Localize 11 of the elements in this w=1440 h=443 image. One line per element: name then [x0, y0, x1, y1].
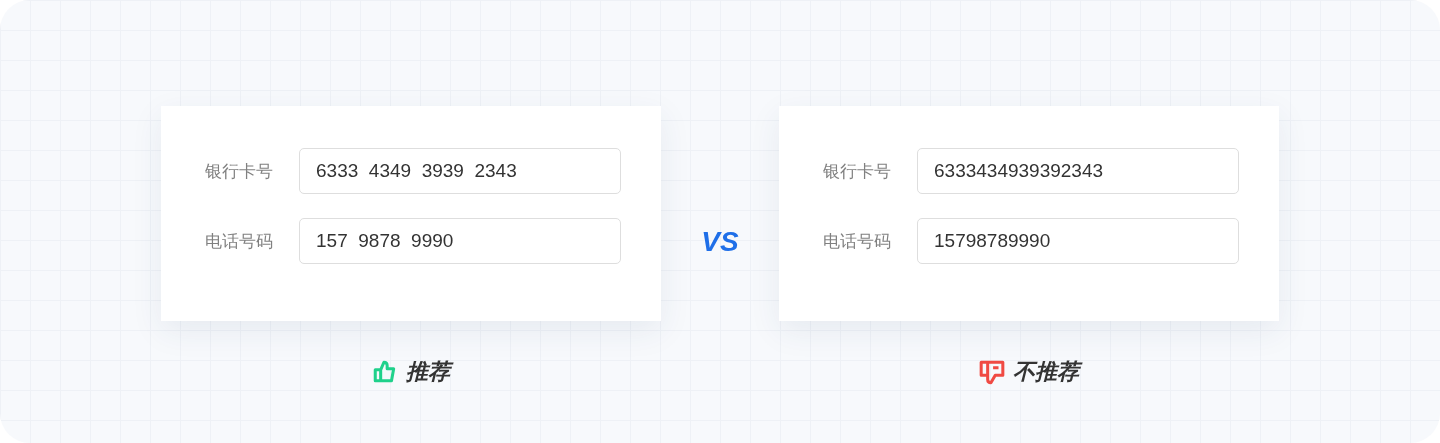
field-label: 银行卡号: [823, 159, 892, 183]
thumbs-down-icon: [979, 359, 1005, 385]
thumbs-up-icon: [372, 359, 398, 385]
field-label: 电话号码: [823, 229, 892, 253]
input-field[interactable]: 6333 4349 3939 2343: [299, 148, 621, 194]
vs-label: VS: [701, 226, 739, 258]
input-field[interactable]: 6333434939392343: [917, 148, 1239, 194]
field-label: 电话号码: [205, 229, 274, 253]
field-label: 银行卡号: [205, 159, 274, 183]
input-field[interactable]: 157 9878 9990: [299, 218, 621, 264]
input-field[interactable]: 15798789990: [917, 218, 1239, 264]
